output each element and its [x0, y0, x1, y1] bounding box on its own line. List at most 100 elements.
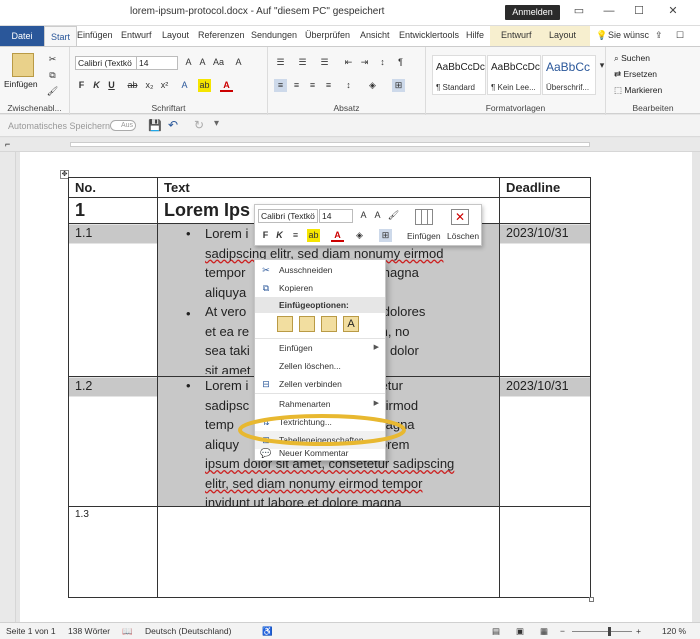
- menu-item-new-comment[interactable]: 💬 Neuer Kommentar: [255, 446, 385, 461]
- menu-item-copy[interactable]: ⧉ Kopieren: [255, 279, 385, 297]
- zoom-level[interactable]: 120 %: [662, 626, 686, 636]
- replace-button[interactable]: ⇄ Ersetzen: [614, 69, 657, 80]
- tab-table-layout[interactable]: Layout: [549, 30, 576, 40]
- grow-font-icon[interactable]: A: [182, 56, 195, 69]
- strikethrough-icon[interactable]: ab: [126, 79, 139, 92]
- zoom-slider-thumb[interactable]: [608, 627, 611, 636]
- highlight-icon[interactable]: ab: [198, 79, 211, 92]
- paste-picture-icon[interactable]: [321, 316, 337, 332]
- mini-shrink-font-icon[interactable]: A: [371, 209, 384, 222]
- italic-icon[interactable]: K: [90, 79, 103, 92]
- save-icon[interactable]: 💾: [148, 119, 162, 132]
- insert-table-icon[interactable]: [415, 209, 433, 225]
- tab-selector-icon[interactable]: ⌐: [5, 139, 10, 149]
- mini-highlight-icon[interactable]: ab: [307, 229, 320, 242]
- signin-button[interactable]: Anmelden: [505, 5, 560, 20]
- delete-table-icon[interactable]: ✕: [451, 209, 469, 225]
- menu-item-borders[interactable]: Rahmenarten ▶: [255, 395, 385, 413]
- undo-icon[interactable]: ↶: [168, 118, 178, 132]
- select-button[interactable]: ⬚ Markieren: [614, 85, 662, 96]
- superscript-icon[interactable]: x²: [158, 79, 171, 92]
- style-kein-leerraum[interactable]: AaBbCcDc ¶ Kein Lee...: [487, 55, 541, 95]
- accessibility-icon[interactable]: ♿: [262, 626, 273, 637]
- print-layout-icon[interactable]: ▣: [516, 626, 524, 637]
- menu-item-cut[interactable]: ✂ Ausschneiden: [255, 261, 385, 279]
- mini-grow-font-icon[interactable]: A: [357, 209, 370, 222]
- autosave-toggle[interactable]: Aus: [110, 120, 136, 131]
- tab-referenzen[interactable]: Referenzen: [198, 30, 245, 40]
- vertical-ruler[interactable]: [0, 152, 16, 622]
- bullets-icon[interactable]: ☰: [274, 56, 287, 69]
- share-icon[interactable]: ⇪: [655, 30, 663, 41]
- table-resize-handle[interactable]: [589, 597, 594, 602]
- underline-icon[interactable]: U: [105, 79, 118, 92]
- paste-icon[interactable]: [12, 53, 34, 77]
- tab-datei[interactable]: Datei: [0, 26, 44, 46]
- zoom-slider[interactable]: [572, 631, 632, 632]
- mini-font-color-icon[interactable]: A: [331, 229, 344, 242]
- tab-layout[interactable]: Layout: [162, 30, 189, 40]
- menu-item-merge-cells[interactable]: ⊟ Zellen verbinden: [255, 375, 385, 393]
- menu-item-delete-cells[interactable]: Zellen löschen...: [255, 357, 385, 375]
- align-center-icon[interactable]: ≡: [290, 79, 303, 92]
- align-right-icon[interactable]: ≡: [306, 79, 319, 92]
- increase-indent-icon[interactable]: ⇥: [358, 56, 371, 69]
- close-icon[interactable]: ✕: [664, 4, 682, 18]
- tab-ansicht[interactable]: Ansicht: [360, 30, 390, 40]
- mini-center-icon[interactable]: ≡: [289, 229, 302, 242]
- mini-bold-icon[interactable]: F: [259, 229, 272, 242]
- tab-einfuegen[interactable]: Einfügen: [77, 30, 113, 40]
- copy-icon[interactable]: ⧉: [46, 69, 59, 82]
- style-standard[interactable]: AaBbCcDc ¶ Standard: [432, 55, 486, 95]
- word-count[interactable]: 138 Wörter: [68, 626, 110, 636]
- language-status[interactable]: Deutsch (Deutschland): [145, 626, 231, 636]
- redo-icon[interactable]: ↻: [194, 118, 204, 132]
- mini-font-size-box[interactable]: 14: [319, 209, 353, 223]
- decrease-indent-icon[interactable]: ⇤: [342, 56, 355, 69]
- search-button[interactable]: ⌕ Suchen: [614, 53, 650, 64]
- clear-formatting-icon[interactable]: A: [232, 56, 245, 69]
- line-spacing-icon[interactable]: ↕: [342, 79, 355, 92]
- bold-icon[interactable]: F: [75, 79, 88, 92]
- font-size-box[interactable]: 14: [136, 56, 178, 70]
- header-deadline[interactable]: Deadline: [499, 177, 591, 198]
- tab-start[interactable]: Start: [44, 26, 78, 46]
- web-layout-icon[interactable]: ▦: [540, 626, 548, 637]
- paste-text-only-icon[interactable]: A: [343, 316, 359, 332]
- borders-icon[interactable]: ⊞: [392, 79, 405, 92]
- text-effects-icon[interactable]: A: [178, 79, 191, 92]
- mini-shading-icon[interactable]: ◈: [353, 229, 366, 242]
- tab-sendungen[interactable]: Sendungen: [251, 30, 297, 40]
- paste-keep-source-icon[interactable]: [277, 316, 293, 332]
- font-color-icon[interactable]: A: [220, 79, 233, 92]
- shading-icon[interactable]: ◈: [366, 79, 379, 92]
- cut-icon[interactable]: ✂: [46, 53, 59, 66]
- mini-delete-button[interactable]: Löschen: [447, 231, 479, 241]
- comments-icon[interactable]: ☐: [676, 30, 684, 41]
- header-no[interactable]: No.: [68, 177, 158, 198]
- row-text-cell[interactable]: [157, 506, 500, 598]
- read-mode-icon[interactable]: ▤: [492, 626, 500, 637]
- title-number-cell[interactable]: 1: [68, 197, 158, 224]
- tell-me-search[interactable]: Sie wünsc: [608, 30, 649, 40]
- row-deadline-cell[interactable]: 2023/10/31: [499, 376, 591, 507]
- row-number-cell[interactable]: 1.2: [68, 376, 158, 507]
- mini-borders-icon[interactable]: ⊞: [379, 229, 392, 242]
- paste-button[interactable]: Einfügen: [4, 79, 38, 89]
- mini-font-name-box[interactable]: Calibri (Textkö: [258, 209, 318, 223]
- title-deadline-cell[interactable]: [499, 197, 591, 224]
- paste-merge-format-icon[interactable]: [299, 316, 315, 332]
- row-number-cell[interactable]: 1.3: [68, 506, 158, 598]
- mini-insert-button[interactable]: Einfügen: [407, 231, 441, 241]
- tab-entwicklertools[interactable]: Entwicklertools: [399, 30, 459, 40]
- subscript-icon[interactable]: x₂: [143, 79, 156, 92]
- change-case-icon[interactable]: Aa: [212, 56, 225, 69]
- maximize-icon[interactable]: ☐: [630, 4, 648, 18]
- customize-qat-icon[interactable]: ▾: [214, 118, 219, 129]
- ribbon-display-icon[interactable]: ▭: [570, 4, 588, 18]
- horizontal-ruler[interactable]: ⌐: [0, 138, 700, 152]
- mini-format-painter-icon[interactable]: 🖌: [387, 209, 400, 222]
- zoom-out-icon[interactable]: −: [560, 626, 565, 636]
- shrink-font-icon[interactable]: A: [196, 56, 209, 69]
- justify-icon[interactable]: ≡: [322, 79, 335, 92]
